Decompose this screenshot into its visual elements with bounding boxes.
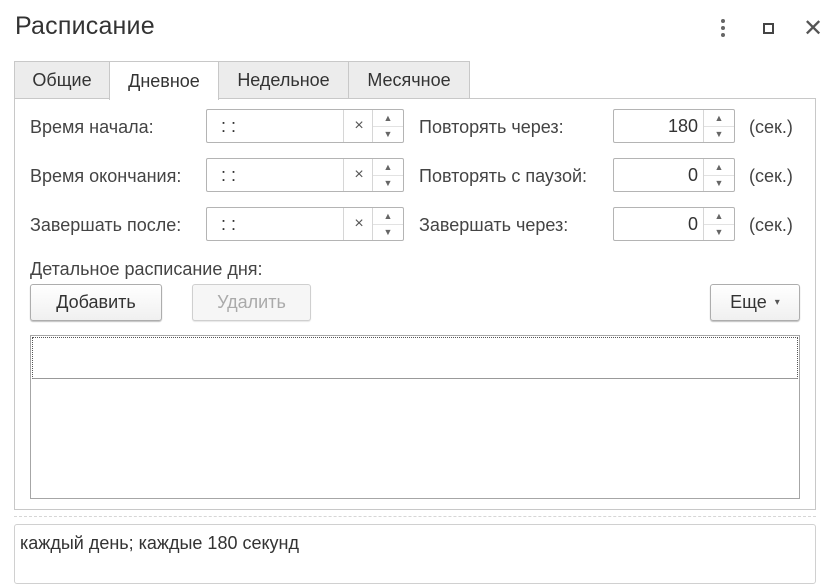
seconds-stepper[interactable]: ▲ ▼ [703,208,734,240]
finish-in-label: Завершать через: [419,215,569,235]
close-icon[interactable]: ✕ [800,14,826,42]
spin-down-icon[interactable]: ▼ [373,175,403,191]
end-time-field[interactable]: : : × ▲ ▼ [206,158,404,192]
clear-icon[interactable]: × [343,159,374,191]
tab-bar: Общие Дневное Недельное Месячное [14,61,470,100]
spin-up-icon[interactable]: ▲ [704,159,734,176]
divider [14,516,816,517]
finish-after-value: : : [221,214,237,234]
unit-label: (сек.) [749,215,793,235]
seconds-stepper[interactable]: ▲ ▼ [703,110,734,142]
tab-monthly[interactable]: Месячное [348,61,470,99]
window-title: Расписание [15,12,155,40]
finish-after-label: Завершать после: [30,215,182,235]
spin-down-icon[interactable]: ▼ [373,126,403,142]
spin-up-icon[interactable]: ▲ [373,110,403,127]
clear-icon[interactable]: × [343,208,374,240]
delete-button[interactable]: Удалить [192,284,311,321]
add-button[interactable]: Добавить [30,284,162,321]
repeat-every-value: 180 [667,116,698,136]
chevron-down-icon: ▾ [774,297,780,308]
tab-daily[interactable]: Дневное [109,61,219,100]
table-row[interactable] [32,337,798,379]
tab-general[interactable]: Общие [14,61,110,99]
seconds-stepper[interactable]: ▲ ▼ [703,159,734,191]
start-time-value: : : [221,116,237,136]
repeat-every-label: Повторять через: [419,117,564,137]
more-button[interactable]: Еще ▾ [710,284,800,321]
maximize-icon[interactable] [755,14,781,42]
time-stepper[interactable]: ▲ ▼ [372,159,403,191]
tab-weekly[interactable]: Недельное [218,61,349,99]
spin-up-icon[interactable]: ▲ [704,110,734,127]
spin-down-icon[interactable]: ▼ [373,224,403,240]
finish-in-value: 0 [687,214,698,234]
spin-down-icon[interactable]: ▼ [704,126,734,142]
finish-after-field[interactable]: : : × ▲ ▼ [206,207,404,241]
summary-text: каждый день; каждые 180 секунд [20,533,299,553]
repeat-pause-label: Повторять с паузой: [419,166,588,186]
spin-up-icon[interactable]: ▲ [373,208,403,225]
repeat-pause-field[interactable]: 0 ▲ ▼ [613,158,735,192]
more-icon[interactable] [710,14,736,42]
finish-in-field[interactable]: 0 ▲ ▼ [613,207,735,241]
unit-label: (сек.) [749,166,793,186]
spin-down-icon[interactable]: ▼ [704,224,734,240]
repeat-every-field[interactable]: 180 ▲ ▼ [613,109,735,143]
time-stepper[interactable]: ▲ ▼ [372,110,403,142]
spin-up-icon[interactable]: ▲ [704,208,734,225]
more-button-label: Еще [730,292,767,312]
repeat-pause-value: 0 [687,165,698,185]
spin-up-icon[interactable]: ▲ [373,159,403,176]
spin-down-icon[interactable]: ▼ [704,175,734,191]
detail-schedule-label: Детальное расписание дня: [30,259,263,279]
schedule-summary: каждый день; каждые 180 секунд [14,524,816,584]
end-time-label: Время окончания: [30,166,182,186]
clear-icon[interactable]: × [343,110,374,142]
end-time-value: : : [221,165,237,185]
start-time-label: Время начала: [30,117,154,137]
detail-schedule-table[interactable] [30,335,800,499]
time-stepper[interactable]: ▲ ▼ [372,208,403,240]
start-time-field[interactable]: : : × ▲ ▼ [206,109,404,143]
unit-label: (сек.) [749,117,793,137]
